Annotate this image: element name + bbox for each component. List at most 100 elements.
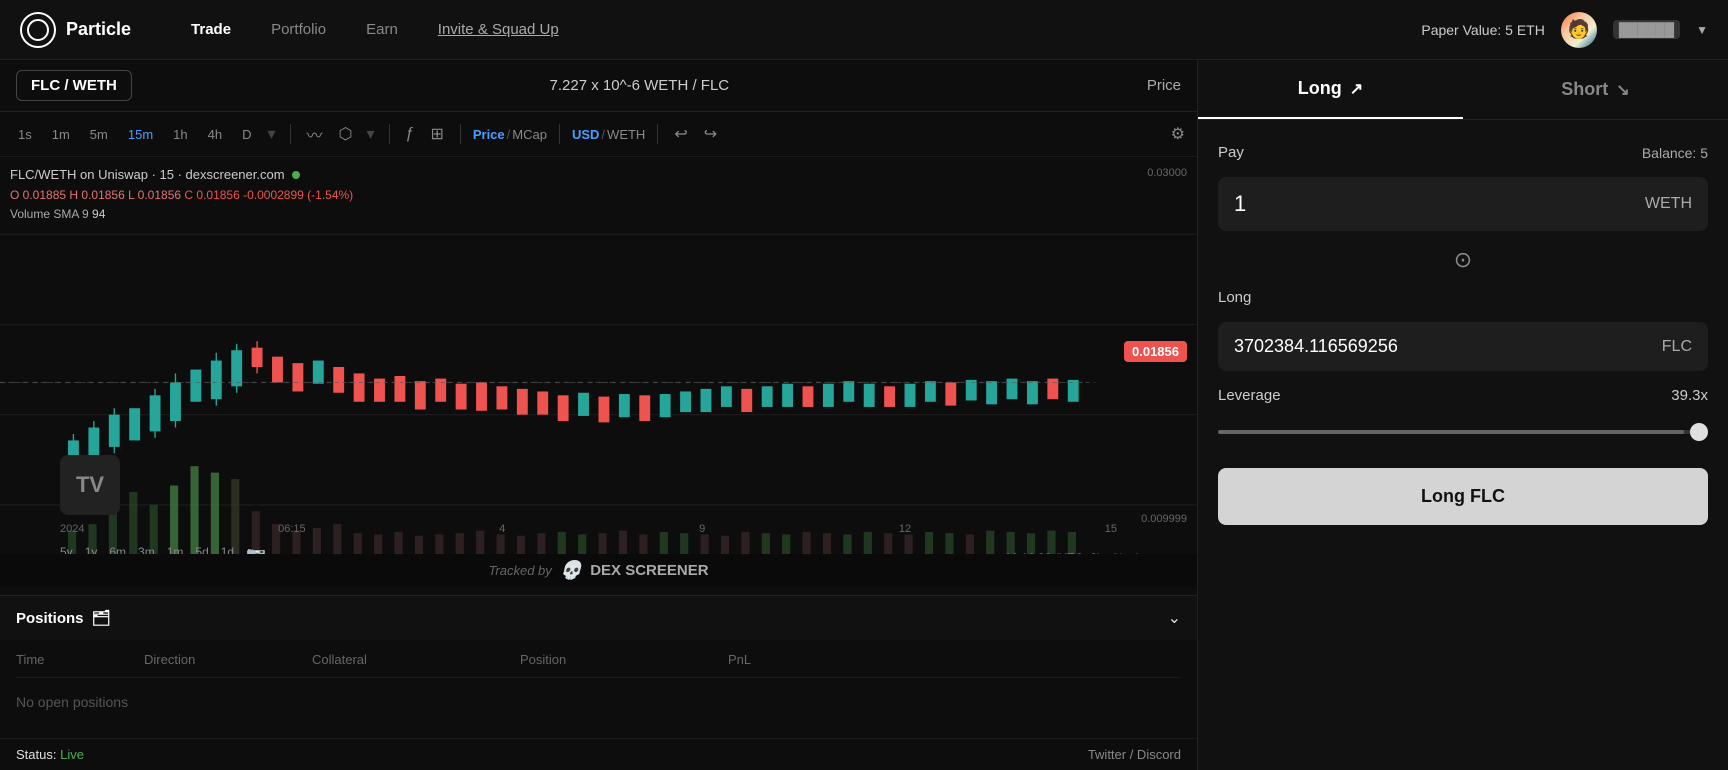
y-label-bottom: 0.009999 (1141, 513, 1187, 525)
long-flc-button[interactable]: Long FLC (1218, 468, 1708, 525)
chart-info: FLC/WETH on Uniswap · 15 · dexscreener.c… (10, 165, 353, 224)
left-panel: FLC / WETH 7.227 x 10^-6 WETH / FLC Pric… (0, 60, 1198, 770)
long-tab-label: Long (1298, 78, 1342, 99)
swap-icon[interactable]: ⊙ (1218, 247, 1708, 273)
timeframe-1h[interactable]: 1h (167, 124, 193, 145)
social-links[interactable]: Twitter / Discord (1088, 747, 1181, 762)
ohlc-row: O 0.01885 H 0.01856 L 0.01856 C 0.01856 … (10, 186, 353, 205)
undo-icon[interactable]: ↩ (670, 120, 691, 148)
timeframe-15m[interactable]: 15m (122, 124, 159, 145)
slider-thumb[interactable] (1690, 423, 1708, 441)
x-label-4: 4 (499, 523, 505, 535)
price-mcap-toggle[interactable]: Price / MCap (473, 127, 547, 142)
settings-icon[interactable]: ⚙ (1171, 124, 1185, 144)
pay-input-box[interactable]: 1 WETH (1218, 177, 1708, 231)
x-label-2024: 2024 (60, 523, 84, 535)
positions-bar[interactable]: Positions 🗂 ⌄ (0, 595, 1197, 640)
long-currency: FLC (1662, 338, 1692, 356)
long-tab-icon: ↗ (1350, 79, 1363, 99)
x-label-15: 15 (1105, 523, 1117, 535)
app-title: Particle (66, 19, 131, 40)
redo-icon[interactable]: ↪ (700, 120, 721, 148)
trade-form: Pay Balance: 5 1 WETH ⊙ Long 3702384.116… (1198, 120, 1728, 770)
long-input-box[interactable]: 3702384.116569256 FLC (1218, 322, 1708, 371)
divider-3 (460, 124, 461, 144)
user-dropdown-chevron[interactable]: ▼ (1696, 23, 1708, 37)
nav-trade[interactable]: Trade (191, 17, 231, 42)
pay-value[interactable]: 1 (1234, 191, 1246, 217)
mcap-btn[interactable]: MCap (512, 127, 547, 142)
tab-long[interactable]: Long ↗ (1198, 60, 1463, 119)
dex-icon: 💀 (560, 560, 582, 581)
no-positions: No open positions (16, 678, 1181, 726)
col-time: Time (16, 652, 136, 667)
divider-2 (389, 124, 390, 144)
pay-currency: WETH (1645, 195, 1692, 213)
timeframe-d[interactable]: D (236, 124, 257, 145)
chart-pair-name: FLC/WETH on Uniswap · 15 · dexscreener.c… (10, 165, 353, 186)
positions-table: Time Direction Collateral Position PnL N… (0, 640, 1197, 738)
low-val: L 0.01856 (128, 188, 184, 202)
col-position: Position (520, 652, 720, 667)
main-layout: FLC / WETH 7.227 x 10^-6 WETH / FLC Pric… (0, 60, 1728, 770)
col-direction: Direction (144, 652, 304, 667)
status-value: Live (60, 747, 84, 762)
tab-short[interactable]: Short ↘ (1463, 60, 1728, 119)
timeframe-1m[interactable]: 1m (46, 124, 76, 145)
header: Particle Trade Portfolio Earn Invite & S… (0, 0, 1728, 60)
balance-label: Balance: 5 (1642, 145, 1708, 161)
leverage-slider[interactable] (1218, 420, 1708, 444)
status-area: Status: Live (16, 747, 84, 762)
chart-area: FLC/WETH on Uniswap · 15 · dexscreener.c… (0, 157, 1197, 595)
separator-2: ▾ (365, 124, 377, 144)
timeframe-4h[interactable]: 4h (202, 124, 228, 145)
open-val: O 0.01885 (10, 188, 69, 202)
paper-value: Paper Value: 5 ETH (1421, 22, 1544, 38)
dex-screener-footer: Tracked by 💀 DEX SCREENER (0, 554, 1197, 587)
right-panel: Long ↗ Short ↘ Pay Balance: 5 1 WETH ⊙ L… (1198, 60, 1728, 770)
price-btn[interactable]: Price (473, 127, 505, 142)
positions-chevron[interactable]: ⌄ (1168, 608, 1181, 628)
current-price-tag: 0.01856 (1124, 341, 1187, 362)
divider-4 (559, 124, 560, 144)
chart-header: FLC / WETH 7.227 x 10^-6 WETH / FLC Pric… (0, 60, 1197, 112)
pair-selector[interactable]: FLC / WETH (16, 70, 132, 101)
usd-btn[interactable]: USD (572, 127, 599, 142)
y-label-top: 0.03000 (1147, 167, 1187, 179)
toolbar: 1s 1m 5m 15m 1h 4h D ▾ 〰 ⬡ ▾ ƒ ⊞ Price /… (0, 112, 1197, 157)
long-value: 3702384.116569256 (1234, 336, 1398, 357)
usd-weth-toggle[interactable]: USD / WETH (572, 127, 645, 142)
indicators-icon[interactable]: ƒ (402, 121, 419, 147)
logo-icon (20, 12, 56, 48)
timeframe-5m[interactable]: 5m (84, 124, 114, 145)
layout-icon[interactable]: ⊞ (426, 120, 447, 148)
logo-area[interactable]: Particle (20, 12, 131, 48)
dex-screener-label: DEX SCREENER (590, 562, 708, 579)
avatar[interactable]: 🧑 (1561, 12, 1597, 48)
slash-1: / (507, 127, 511, 142)
separator-1: ▾ (265, 124, 277, 144)
long-section-label: Long (1218, 289, 1708, 306)
close-val: C 0.01856 (184, 188, 243, 202)
nav-earn[interactable]: Earn (366, 17, 398, 42)
short-tab-icon: ↘ (1616, 80, 1629, 100)
slider-fill (1218, 430, 1684, 434)
price-display: 7.227 x 10^-6 WETH / FLC (132, 77, 1147, 94)
timeframe-1s[interactable]: 1s (12, 124, 38, 145)
pay-header-row: Pay Balance: 5 (1218, 144, 1708, 161)
status-bar: Status: Live Twitter / Discord (0, 738, 1197, 770)
col-pnl: PnL (728, 652, 928, 667)
positions-stack-icon: 🗂 (92, 609, 111, 627)
nav-portfolio[interactable]: Portfolio (271, 17, 326, 42)
line-chart-icon[interactable]: 〰 (303, 118, 327, 150)
short-tab-label: Short (1561, 79, 1608, 100)
volume-label: Volume SMA 9 (10, 207, 92, 221)
x-label-0615: 06:15 (278, 523, 306, 535)
bar-chart-icon[interactable]: ⬡ (335, 120, 357, 148)
nav-invite[interactable]: Invite & Squad Up (438, 17, 559, 42)
change-val: -0.0002899 (-1.54%) (243, 188, 353, 202)
weth-btn[interactable]: WETH (607, 127, 645, 142)
high-val: H 0.01856 (69, 188, 128, 202)
trade-tabs: Long ↗ Short ↘ (1198, 60, 1728, 120)
leverage-value: 39.3x (1671, 387, 1708, 404)
